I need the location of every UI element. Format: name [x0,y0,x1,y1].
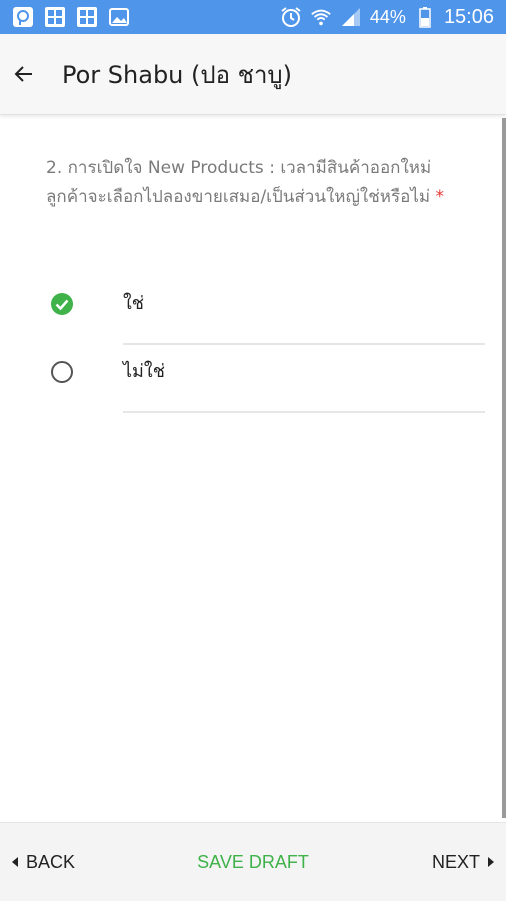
divider [123,411,485,413]
question-text: 2. การเปิดใจ New Products : เวลามีสินค้า… [46,154,466,212]
next-button[interactable]: NEXT [432,823,494,901]
app-bar: Por Shabu (ปอ ชาบู) [0,34,506,115]
wifi-icon [310,6,332,28]
option-label-yes: ใช่ [123,293,145,314]
radio-checked-icon[interactable] [50,292,74,316]
notification-icons [0,6,130,28]
battery-icon [414,6,436,28]
battery-percent: 44% [369,6,406,27]
chevron-right-icon [488,857,494,867]
scrollbar[interactable] [502,116,506,822]
app-icon [12,6,34,28]
image-icon [108,6,130,28]
grid-icon [76,6,98,28]
radio-unchecked-icon[interactable] [50,360,74,384]
back-button-label: BACK [26,851,76,872]
option-label-no: ไม่ใช่ [123,361,165,382]
alarm-icon [280,6,302,28]
signal-icon [340,6,362,28]
option-yes[interactable]: ใช่ [0,276,506,345]
page-title: Por Shabu (ปอ ชาบู) [62,60,293,89]
grid-icon [44,6,66,28]
clock-time: 15:06 [443,5,494,28]
chevron-left-icon [12,857,18,867]
form-content: 2. การเปิดใจ New Products : เวลามีสินค้า… [0,116,506,822]
status-bar: 44% 15:06 [0,0,506,34]
save-draft-button[interactable]: SAVE DRAFT [197,852,309,873]
next-button-label: NEXT [431,851,480,872]
scrollbar-thumb[interactable] [502,118,506,818]
bottom-nav-bar: BACK SAVE DRAFT NEXT [0,822,506,901]
back-arrow-icon[interactable] [12,62,36,86]
option-no[interactable]: ไม่ใช่ [0,344,506,413]
back-button[interactable]: BACK [12,823,75,901]
required-mark: * [435,187,444,207]
save-draft-button-wrapper: SAVE DRAFT [0,823,506,901]
question-label: 2. การเปิดใจ New Products : เวลามีสินค้า… [46,158,432,207]
